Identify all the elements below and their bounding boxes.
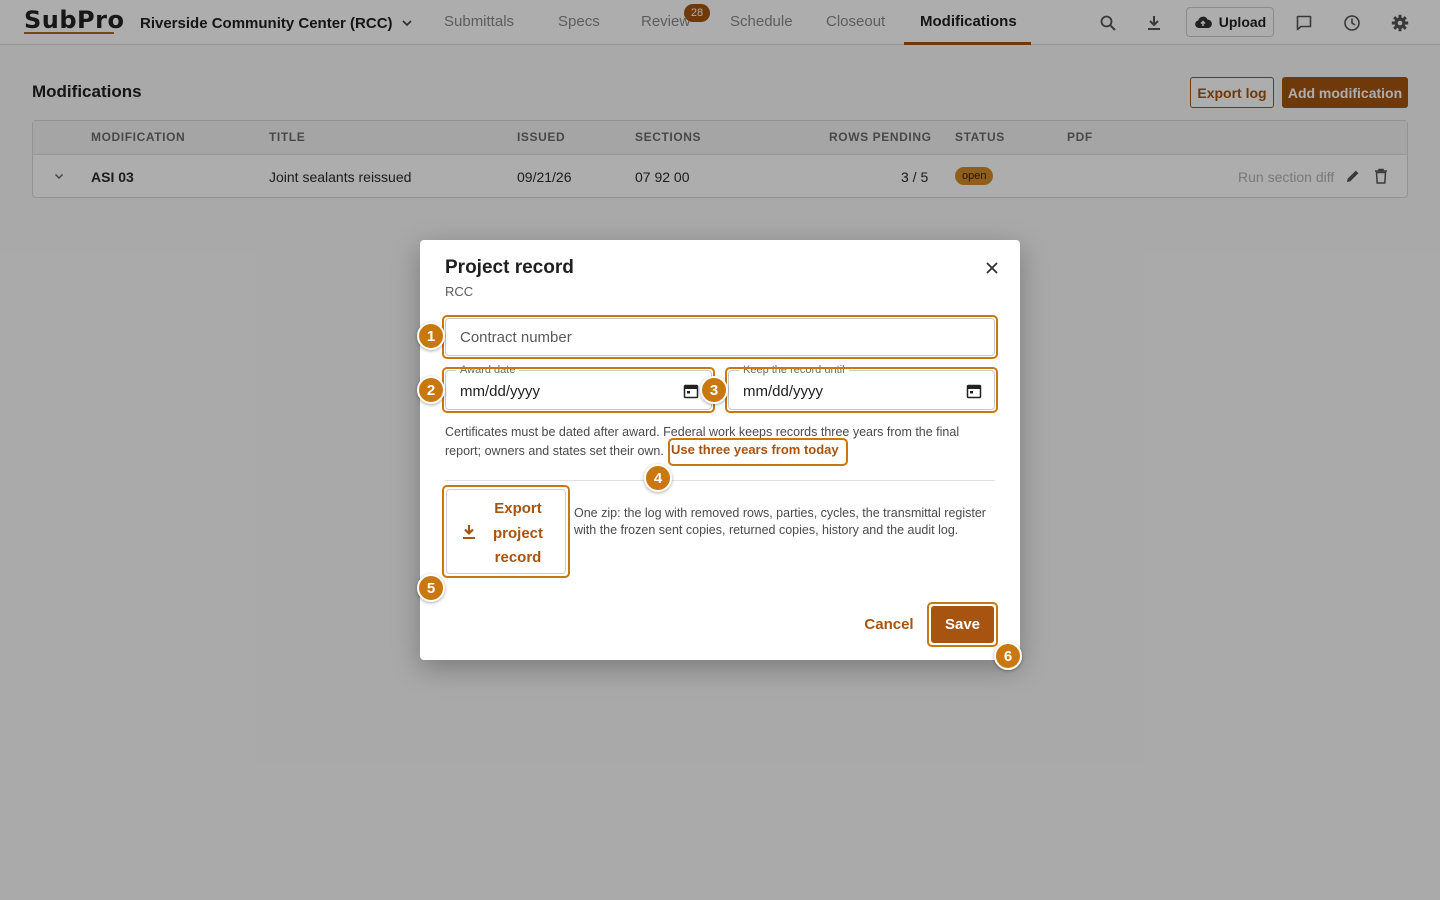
step-marker-5: 5 [417,574,445,602]
step-marker-3: 3 [700,376,728,404]
export-project-record-button[interactable]: Export project record [446,489,566,574]
dialog-subtitle: RCC [445,284,474,299]
keep-record-until-label: Keep the record until [739,364,849,376]
award-date-value: mm/dd/yyyy [460,383,541,400]
project-record-dialog: Project record RCC Award date mm/dd/yyyy… [417,240,1022,670]
export-project-record-label: Export project record [492,500,543,566]
contract-number-field [445,318,995,356]
step-marker-6: 6 [994,642,1022,670]
award-date-field[interactable]: Award date mm/dd/yyyy [445,364,712,410]
close-icon[interactable] [981,257,1003,279]
calendar-icon[interactable] [683,383,699,399]
contract-number-input[interactable] [446,319,994,355]
keep-record-until-field[interactable]: Keep the record until mm/dd/yyyy [728,364,995,410]
download-icon [463,525,475,539]
award-date-label: Award date [456,364,520,376]
step-marker-4: 4 [644,464,672,492]
save-button[interactable]: Save [931,606,994,643]
dialog-title: Project record [445,257,574,278]
calendar-icon[interactable] [966,383,982,399]
keep-record-until-value: mm/dd/yyyy [743,383,824,400]
export-description: One zip: the log with removed rows, part… [574,506,986,537]
divider [445,480,995,481]
cancel-button[interactable]: Cancel [860,612,918,636]
use-three-years-link[interactable]: Use three years from today [671,442,839,457]
step-marker-2: 2 [417,376,445,404]
step-marker-1: 1 [417,322,445,350]
